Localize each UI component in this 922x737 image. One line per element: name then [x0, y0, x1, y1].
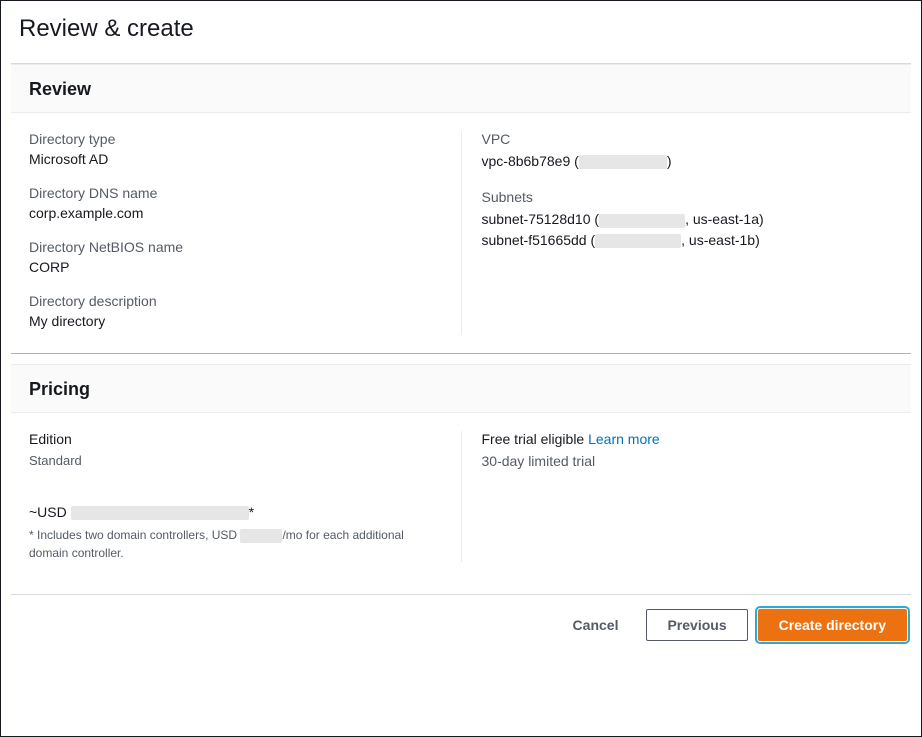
directory-netbios-value: CORP: [29, 259, 441, 275]
vpc-value: vpc-8b6b78e9 (x): [482, 151, 894, 171]
footnote-prefix: * Includes two domain controllers, USD: [29, 528, 240, 542]
button-row: Cancel Previous Create directory: [11, 594, 911, 655]
subnets-field: Subnets subnet-75128d10 (x, us-east-1a) …: [482, 189, 894, 250]
vpc-open-paren: (: [570, 153, 579, 169]
pricing-left-column: Edition Standard ~USD x* * Includes two …: [29, 431, 462, 562]
price-amount-redacted: x: [71, 506, 249, 520]
review-left-column: Directory type Microsoft AD Directory DN…: [29, 131, 462, 335]
subnet-az: , us-east-1b): [681, 232, 760, 248]
pricing-heading: Pricing: [29, 379, 893, 400]
pricing-panel-body: Edition Standard ~USD x* * Includes two …: [11, 413, 911, 580]
directory-dns-label: Directory DNS name: [29, 185, 441, 201]
price-estimate: ~USD x*: [29, 504, 441, 520]
free-trial-text: Free trial eligible Learn more: [482, 431, 894, 447]
divider: [11, 353, 911, 354]
footnote-amount-redacted: x: [240, 529, 282, 543]
directory-description-label: Directory description: [29, 293, 441, 309]
subnet-name-redacted: x: [599, 214, 685, 228]
create-directory-button[interactable]: Create directory: [758, 609, 907, 641]
pricing-panel: Pricing Edition Standard ~USD x* * Inclu…: [11, 364, 911, 580]
subnet-az: , us-east-1a): [685, 211, 764, 227]
vpc-label: VPC: [482, 131, 894, 147]
learn-more-link[interactable]: Learn more: [588, 431, 660, 447]
directory-type-field: Directory type Microsoft AD: [29, 131, 441, 167]
price-asterisk: *: [249, 504, 254, 520]
directory-dns-field: Directory DNS name corp.example.com: [29, 185, 441, 221]
review-panel: Review Directory type Microsoft AD Direc…: [11, 63, 911, 353]
directory-description-value: My directory: [29, 313, 441, 329]
directory-dns-value: corp.example.com: [29, 205, 441, 221]
directory-type-label: Directory type: [29, 131, 441, 147]
review-panel-header: Review: [11, 64, 911, 113]
vpc-id: vpc-8b6b78e9: [482, 153, 571, 169]
price-footnote: * Includes two domain controllers, USD x…: [29, 526, 429, 562]
review-heading: Review: [29, 79, 893, 100]
pricing-right-column: Free trial eligible Learn more 30-day li…: [462, 431, 894, 562]
review-right-column: VPC vpc-8b6b78e9 (x) Subnets subnet-7512…: [462, 131, 894, 335]
edition-value: Standard: [29, 453, 441, 468]
edition-label: Edition: [29, 431, 441, 447]
directory-netbios-field: Directory NetBIOS name CORP: [29, 239, 441, 275]
directory-netbios-label: Directory NetBIOS name: [29, 239, 441, 255]
pricing-panel-header: Pricing: [11, 364, 911, 413]
cancel-button[interactable]: Cancel: [555, 609, 637, 641]
subnet-name-redacted: x: [595, 234, 681, 248]
free-trial-label: Free trial eligible: [482, 431, 589, 447]
subnets-label: Subnets: [482, 189, 894, 205]
subnet-row-1: subnet-f51665dd (x, us-east-1b): [482, 230, 894, 250]
page-title: Review & create: [1, 1, 921, 53]
subnet-id: subnet-75128d10: [482, 211, 591, 227]
subnet-row-0: subnet-75128d10 (x, us-east-1a): [482, 209, 894, 229]
subnet-open-paren: (: [587, 232, 596, 248]
free-trial-subtext: 30-day limited trial: [482, 453, 894, 469]
previous-button[interactable]: Previous: [646, 609, 747, 641]
directory-description-field: Directory description My directory: [29, 293, 441, 329]
vpc-name-redacted: x: [579, 155, 667, 169]
review-panel-body: Directory type Microsoft AD Directory DN…: [11, 113, 911, 353]
subnet-id: subnet-f51665dd: [482, 232, 587, 248]
vpc-close-paren: ): [667, 153, 672, 169]
price-prefix: ~USD: [29, 504, 71, 520]
directory-type-value: Microsoft AD: [29, 151, 441, 167]
subnet-open-paren: (: [591, 211, 600, 227]
vpc-field: VPC vpc-8b6b78e9 (x): [482, 131, 894, 171]
